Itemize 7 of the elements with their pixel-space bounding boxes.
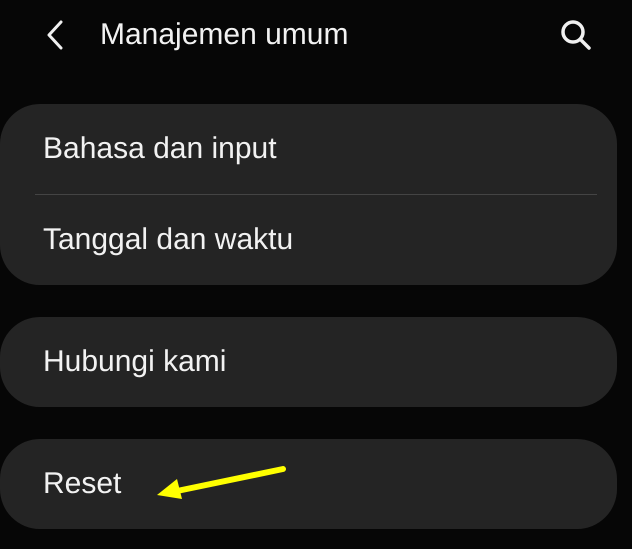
settings-item[interactable]: Bahasa dan input [35, 132, 277, 166]
settings-item[interactable]: Reset [35, 467, 122, 501]
settings-item[interactable]: Hubungi kami [35, 345, 226, 379]
back-icon[interactable] [46, 20, 64, 50]
search-icon[interactable] [560, 19, 592, 51]
screen-title: Manajemen umum [100, 18, 350, 52]
settings-item[interactable]: Tanggal dan waktu [35, 223, 294, 257]
